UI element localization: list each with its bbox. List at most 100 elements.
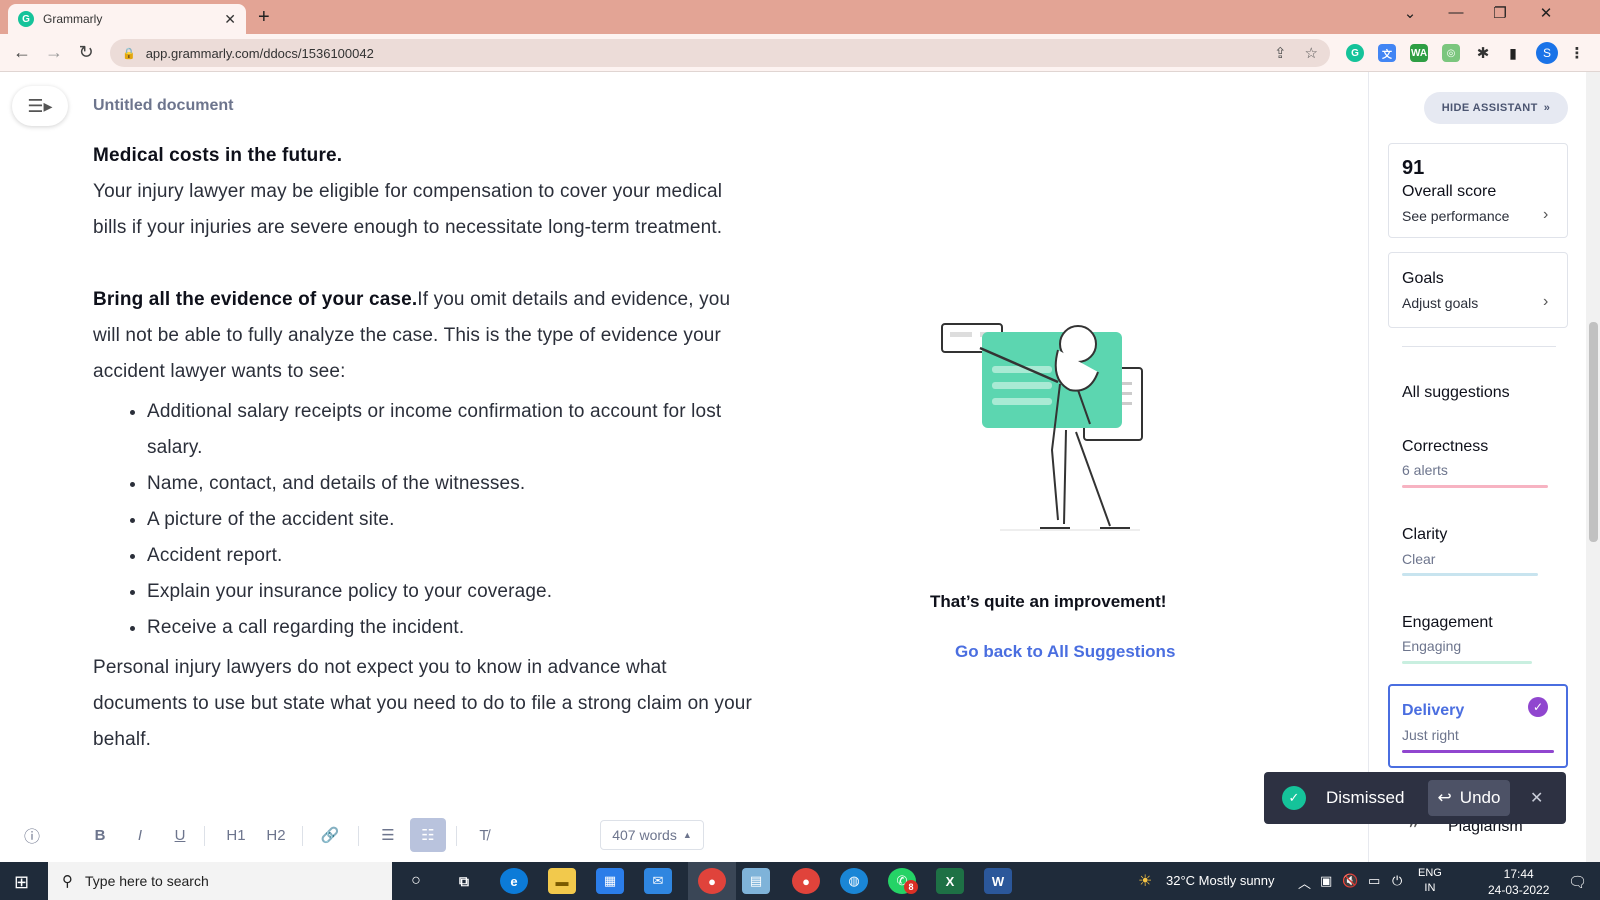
hide-assistant-button[interactable]: HIDE ASSISTANT »: [1424, 92, 1568, 124]
engagement-status: Engaging: [1402, 638, 1462, 654]
undo-button[interactable]: ↩ Undo: [1428, 780, 1510, 816]
all-suggestions-item[interactable]: All suggestions: [1402, 384, 1510, 402]
chrome-icon[interactable]: ●: [698, 868, 726, 894]
file-explorer-icon[interactable]: ▬: [548, 868, 576, 894]
undo-arrow-icon: ↩: [1437, 788, 1452, 807]
forward-button[interactable]: →: [42, 42, 66, 63]
chrome-profile-icon[interactable]: ●: [792, 868, 820, 894]
category-delivery: Delivery: [1402, 702, 1465, 719]
goals-card[interactable]: [1388, 252, 1568, 328]
taskbar-search-box[interactable]: ⚲ Type here to search: [48, 862, 392, 900]
browser-globe-icon[interactable]: ◍: [840, 868, 868, 894]
dismissed-toast: [1264, 772, 1566, 824]
side-panel-icon[interactable]: ▮: [1504, 44, 1522, 62]
tray-display-icon[interactable]: ▭: [1368, 873, 1380, 889]
grammarly-extension-icon[interactable]: G: [1346, 44, 1364, 62]
language-bottom: IN: [1424, 882, 1436, 894]
notepad-icon[interactable]: ▤: [742, 868, 770, 894]
word-count-button[interactable]: 407 words ▲: [600, 820, 704, 850]
clarity-status: Clear: [1402, 551, 1436, 567]
improvement-message: That’s quite an improvement!: [930, 592, 1167, 611]
double-chevron-icon: »: [1543, 102, 1551, 114]
new-tab-button[interactable]: +: [258, 6, 270, 29]
delivery-bar: [1402, 750, 1554, 753]
browser-menu-icon[interactable]: ⋮: [1568, 44, 1586, 62]
clock-time: 17:44: [1503, 867, 1534, 881]
heading-evidence: Bring all the evidence of your case.: [93, 289, 418, 310]
minimize-button[interactable]: —: [1442, 4, 1470, 21]
heading1-button[interactable]: H1: [222, 822, 250, 848]
windows-start-icon[interactable]: ⊞: [14, 872, 29, 893]
italic-button[interactable]: I: [128, 822, 152, 848]
browser-tab[interactable]: G Grammarly ✕: [8, 4, 246, 34]
list-item: Receive a call regarding the incident.: [147, 610, 753, 646]
tray-network-icon[interactable]: ▣: [1320, 873, 1332, 889]
tray-power-icon[interactable]: ⏻: [1392, 873, 1402, 889]
sidebar-divider: [1402, 346, 1556, 347]
link-icon[interactable]: 🔗: [318, 822, 342, 848]
paragraph-medical: Your injury lawyer may be eligible for c…: [93, 181, 723, 238]
wa-extension-icon[interactable]: WA: [1410, 44, 1428, 62]
green-extension-icon[interactable]: ◎: [1442, 44, 1460, 62]
category-clarity[interactable]: Clarity: [1402, 526, 1447, 544]
correctness-bar: [1402, 485, 1548, 488]
store-icon[interactable]: ▦: [596, 868, 624, 894]
list-item: Additional salary receipts or income con…: [147, 394, 753, 466]
restore-button[interactable]: ❐: [1486, 4, 1514, 22]
goals-title: Goals: [1402, 270, 1444, 287]
speaker-mute-icon[interactable]: 🔇: [1342, 873, 1358, 889]
translate-extension-icon[interactable]: 文: [1378, 44, 1396, 62]
notification-icon[interactable]: 🗨: [1568, 873, 1587, 891]
back-button[interactable]: ←: [10, 42, 34, 63]
go-back-link[interactable]: Go back to All Suggestions: [955, 642, 1175, 662]
tab-search-icon[interactable]: ⌄: [1396, 4, 1424, 22]
category-engagement[interactable]: Engagement: [1402, 614, 1493, 632]
scrollbar-thumb[interactable]: [1589, 322, 1598, 542]
chevron-right-icon: ›: [1543, 206, 1549, 223]
list-item: Accident report.: [147, 538, 753, 574]
paragraph-lawyers: Personal injury lawyers do not expect yo…: [93, 657, 752, 750]
browser-tab-strip: G Grammarly ✕ + ⌄ — ❐ ✕: [0, 0, 1600, 34]
close-tab-icon[interactable]: ✕: [224, 11, 236, 28]
help-icon[interactable]: ⓘ: [20, 822, 44, 848]
document-title[interactable]: Untitled document: [93, 97, 233, 115]
toast-close-icon[interactable]: ✕: [1530, 788, 1543, 808]
bookmark-star-icon[interactable]: ☆: [1305, 44, 1318, 62]
bold-button[interactable]: B: [88, 822, 112, 848]
reload-button[interactable]: ↻: [74, 42, 98, 63]
category-correctness[interactable]: Correctness: [1402, 438, 1488, 456]
heading-medical-costs: Medical costs in the future.: [93, 145, 343, 166]
numbered-list-icon[interactable]: ☰: [376, 822, 400, 848]
url-bar[interactable]: 🔒 app.grammarly.com/ddocs/1536100042 ⇪ ☆: [110, 39, 1330, 67]
bulleted-list-icon[interactable]: ☷: [410, 818, 446, 852]
weather-sun-icon: ☀: [1138, 873, 1153, 890]
underline-button[interactable]: U: [168, 822, 192, 848]
language-indicator[interactable]: ENG IN: [1418, 866, 1442, 896]
toast-message: Dismissed: [1326, 788, 1405, 807]
heading2-button[interactable]: H2: [262, 822, 290, 848]
adjust-goals-link[interactable]: Adjust goals: [1402, 295, 1478, 311]
extensions-puzzle-icon[interactable]: ✱: [1474, 44, 1492, 62]
edge-icon[interactable]: e: [500, 868, 528, 894]
address-bar-row: ← → ↻ 🔒 app.grammarly.com/ddocs/15361000…: [0, 34, 1600, 72]
tray-chevron-icon[interactable]: ︿: [1298, 873, 1311, 892]
check-circle-icon: ✓: [1282, 786, 1306, 810]
word-icon[interactable]: W: [984, 868, 1012, 894]
word-count-text: 407 words: [612, 827, 677, 843]
close-window-button[interactable]: ✕: [1532, 4, 1560, 22]
see-performance-link[interactable]: See performance: [1402, 208, 1509, 224]
share-icon[interactable]: ⇪: [1274, 44, 1287, 62]
lock-icon: 🔒: [122, 47, 136, 60]
document-menu-button[interactable]: ☰▸: [12, 86, 68, 126]
document-body[interactable]: Medical costs in the future. Your injury…: [93, 138, 753, 758]
weather-text[interactable]: 32°C Mostly sunny: [1166, 873, 1275, 888]
cortana-icon[interactable]: ○: [402, 868, 430, 894]
clear-format-icon[interactable]: T̸: [472, 822, 496, 848]
mail-icon[interactable]: ✉: [644, 868, 672, 894]
profile-avatar[interactable]: S: [1536, 42, 1558, 64]
excel-icon[interactable]: X: [936, 868, 964, 894]
evidence-list: Additional salary receipts or income con…: [147, 394, 753, 646]
search-icon: ⚲: [62, 873, 73, 890]
system-clock[interactable]: 17:44 24-03-2022: [1488, 866, 1549, 898]
task-view-icon[interactable]: ⧉: [450, 868, 478, 894]
